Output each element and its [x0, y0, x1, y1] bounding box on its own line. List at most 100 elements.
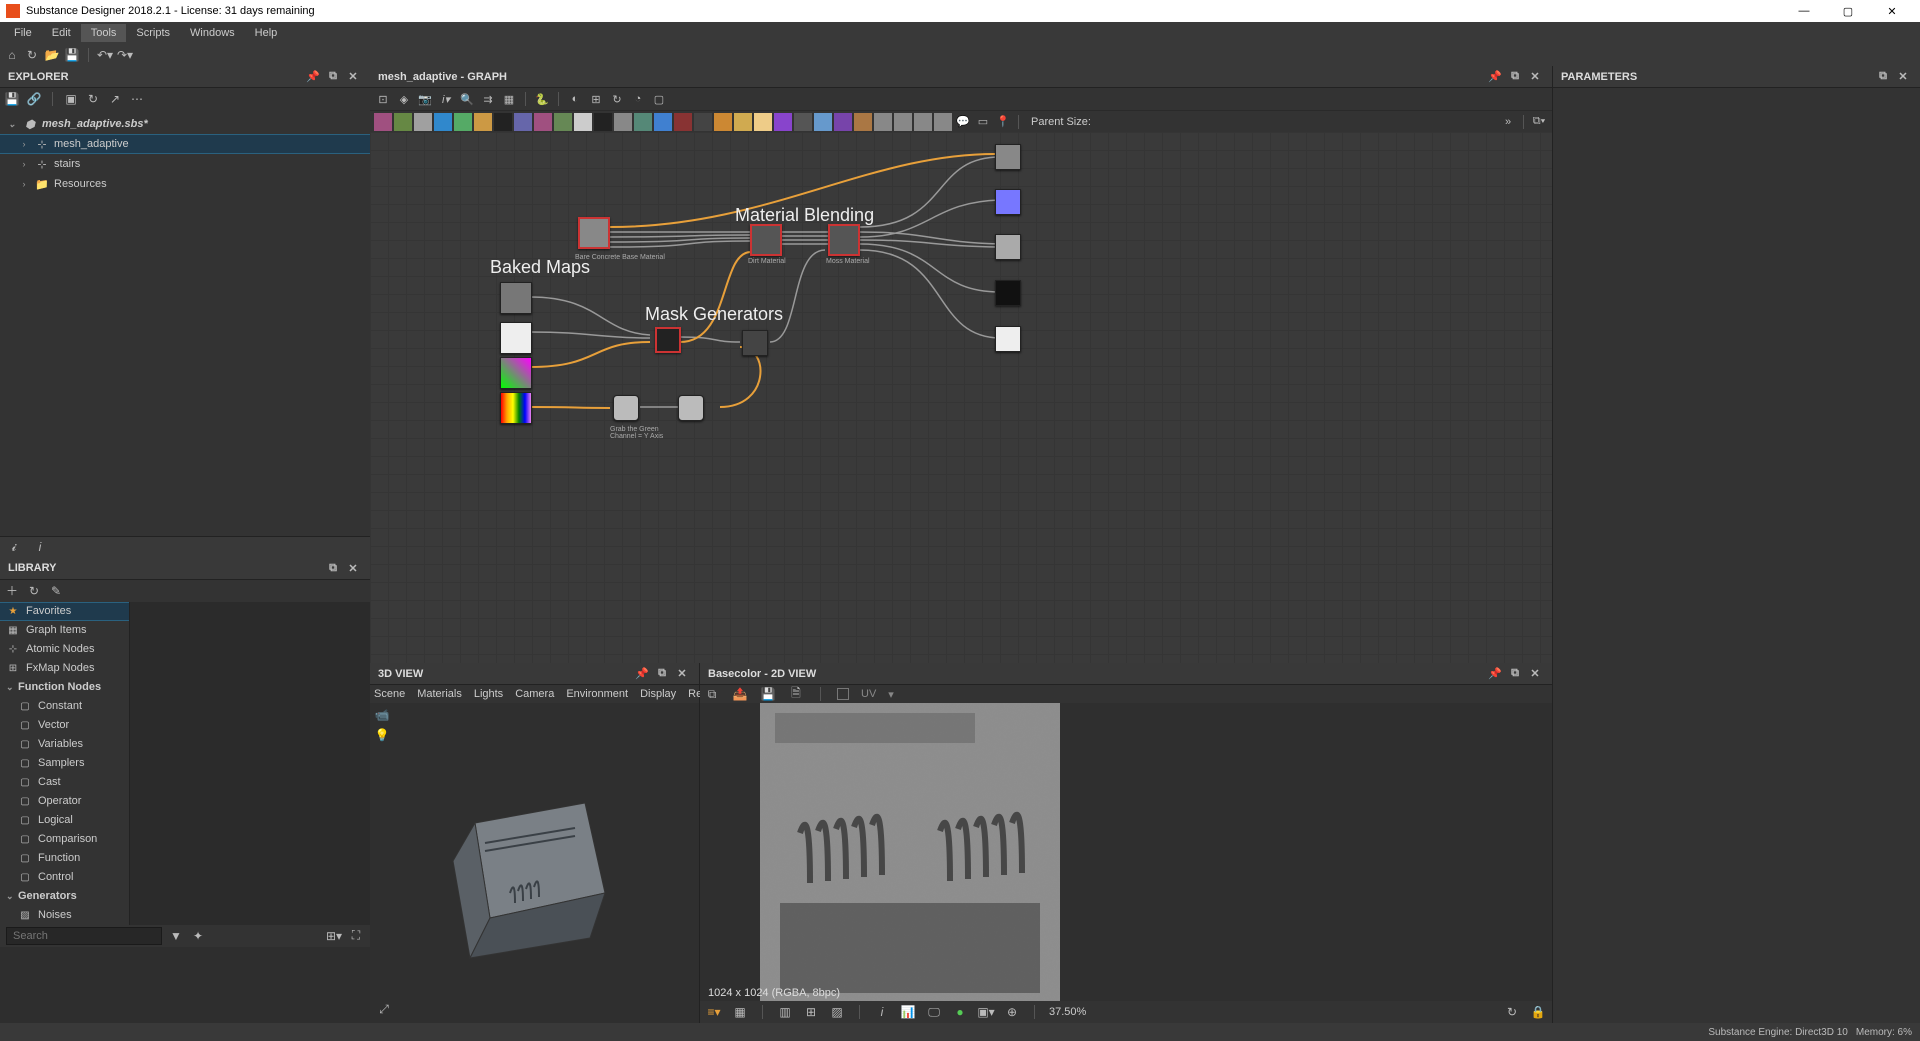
flow-icon[interactable]: ⇉ [479, 90, 497, 108]
node1-icon[interactable]: ◐ [566, 90, 584, 108]
comment-icon[interactable]: 💬 [954, 113, 972, 131]
refresh-icon[interactable]: ↻ [24, 47, 40, 63]
lib-cat-favorites[interactable]: ★Favorites [0, 602, 129, 621]
fit-icon[interactable]: ⊡ [374, 90, 392, 108]
chevron-right-icon[interactable]: › [18, 139, 30, 149]
node-baked-3[interactable] [500, 357, 532, 389]
graph-canvas[interactable]: Baked Maps Mask Generators Material Blen… [370, 132, 1552, 663]
swatch-14[interactable] [654, 113, 672, 131]
menu-edit[interactable]: Edit [42, 24, 81, 42]
close-panel-icon[interactable]: ✕ [673, 665, 691, 683]
swatch-10[interactable] [574, 113, 592, 131]
node-moss-material[interactable] [828, 224, 860, 256]
node-base-material[interactable] [578, 217, 610, 249]
output-3[interactable] [995, 234, 1021, 260]
view3d-menu-camera[interactable]: Camera [515, 688, 554, 700]
swatch-13[interactable] [634, 113, 652, 131]
more-icon[interactable]: ⋯ [129, 91, 145, 107]
swatch-3[interactable] [434, 113, 452, 131]
swatch-18[interactable] [734, 113, 752, 131]
pin-icon[interactable]: 📌 [1486, 68, 1504, 86]
view2d-viewport[interactable]: 1024 x 1024 (RGBA, 8bpc) ≡▾ ▦ ▥ ⊞ ▨ i 📊 … [700, 703, 1552, 1023]
tree-root[interactable]: ⌄ ⬢ mesh_adaptive.sbs* [0, 114, 370, 134]
link-icon[interactable]: ⧉▾ [1530, 113, 1548, 131]
info-icon[interactable]: 𝓲 [6, 539, 22, 555]
close-panel-icon[interactable]: ✕ [1894, 68, 1912, 86]
refresh-icon[interactable]: ↻ [26, 583, 42, 599]
saveall-icon[interactable]: 🗎 [788, 686, 804, 702]
zoom-icon[interactable]: 🔍 [458, 90, 476, 108]
swatch-27[interactable] [914, 113, 932, 131]
alpha-icon[interactable]: ▨ [829, 1004, 845, 1020]
swatch-15[interactable] [674, 113, 692, 131]
swatch-6[interactable] [494, 113, 512, 131]
circle-icon[interactable]: ● [952, 1004, 968, 1020]
output-1[interactable] [995, 144, 1021, 170]
target-icon[interactable]: ⊕ [1004, 1004, 1020, 1020]
node-mask-1[interactable] [655, 327, 681, 353]
swatch-25[interactable] [874, 113, 892, 131]
chevron-down-icon[interactable]: ▾ [888, 688, 894, 701]
grid4-icon[interactable]: ⊞ [803, 1004, 819, 1020]
save-icon[interactable]: 💾 [4, 91, 20, 107]
copy-icon[interactable]: ⧉ [704, 686, 720, 702]
lib-item-constant[interactable]: ▢Constant [0, 697, 129, 716]
node-baked-1[interactable] [500, 282, 532, 314]
maximize-button[interactable]: ▢ [1826, 0, 1870, 22]
popout-icon[interactable]: ⧉ [1874, 68, 1892, 86]
popout-icon[interactable]: ⧉ [324, 68, 342, 86]
layers-icon[interactable]: ≡▾ [706, 1004, 722, 1020]
close-panel-icon[interactable]: ✕ [1526, 665, 1544, 683]
swatch-22[interactable] [814, 113, 832, 131]
lock-icon[interactable]: 🔒 [1530, 1004, 1546, 1020]
chevron-right-icon[interactable]: › [18, 159, 30, 169]
lib-item-vector[interactable]: ▢Vector [0, 716, 129, 735]
tree-item-resources[interactable]: ›📁Resources [0, 174, 370, 194]
swatch-26[interactable] [894, 113, 912, 131]
pin-icon[interactable]: 📌 [633, 665, 651, 683]
swatch-5[interactable] [474, 113, 492, 131]
info-icon[interactable]: i▾ [437, 90, 455, 108]
output-2[interactable] [995, 189, 1021, 215]
pin-icon[interactable]: 📌 [304, 68, 322, 86]
open-icon[interactable]: 📂 [44, 47, 60, 63]
chevron-down-icon[interactable]: ⌄ [6, 119, 18, 130]
lib-cat-atomic-nodes[interactable]: ⊹Atomic Nodes [0, 640, 129, 659]
close-panel-icon[interactable]: ✕ [344, 68, 362, 86]
view3d-menu-materials[interactable]: Materials [417, 688, 462, 700]
lib-item-function[interactable]: ▢Function [0, 849, 129, 868]
expand-icon[interactable]: ⛶ [348, 928, 364, 944]
node5-icon[interactable]: ▢ [650, 90, 668, 108]
lib-item-operator[interactable]: ▢Operator [0, 792, 129, 811]
node-grab-2[interactable] [678, 395, 704, 421]
home-icon[interactable]: ⌂ [4, 47, 20, 63]
popout-icon[interactable]: ⧉ [1506, 68, 1524, 86]
grid-icon[interactable]: ▦ [500, 90, 518, 108]
view3d-menu-display[interactable]: Display [640, 688, 676, 700]
close-panel-icon[interactable]: ✕ [1526, 68, 1544, 86]
swatch-11[interactable] [594, 113, 612, 131]
swatch-16[interactable] [694, 113, 712, 131]
lib-item-logical[interactable]: ▢Logical [0, 811, 129, 830]
more-icon[interactable]: » [1499, 113, 1517, 131]
lib-item-cast[interactable]: ▢Cast [0, 773, 129, 792]
node-baked-4[interactable] [500, 392, 532, 424]
pin-icon[interactable]: 📍 [994, 113, 1012, 131]
save-icon[interactable]: 💾 [64, 47, 80, 63]
close-button[interactable]: ✕ [1870, 0, 1914, 22]
swatch-21[interactable] [794, 113, 812, 131]
swatch-8[interactable] [534, 113, 552, 131]
tree-item-mesh_adaptive[interactable]: ›⊹mesh_adaptive [0, 134, 370, 154]
axis-icon[interactable]: ⤢ [376, 1001, 392, 1017]
undo-icon[interactable]: ↶▾ [97, 47, 113, 63]
pin-icon[interactable]: 📌 [1486, 665, 1504, 683]
grid-icon[interactable]: ⊞▾ [326, 928, 342, 944]
lib-cat-function-nodes[interactable]: ⌄Function Nodes [0, 678, 129, 697]
uv-checkbox[interactable] [837, 688, 849, 700]
chevron-right-icon[interactable]: › [18, 179, 30, 189]
output-5[interactable] [995, 326, 1021, 352]
save-icon[interactable]: 💾 [760, 686, 776, 702]
refresh-icon[interactable]: ↻ [1504, 1004, 1520, 1020]
screen-icon[interactable]: 🖵 [926, 1004, 942, 1020]
output-4[interactable] [995, 280, 1021, 306]
